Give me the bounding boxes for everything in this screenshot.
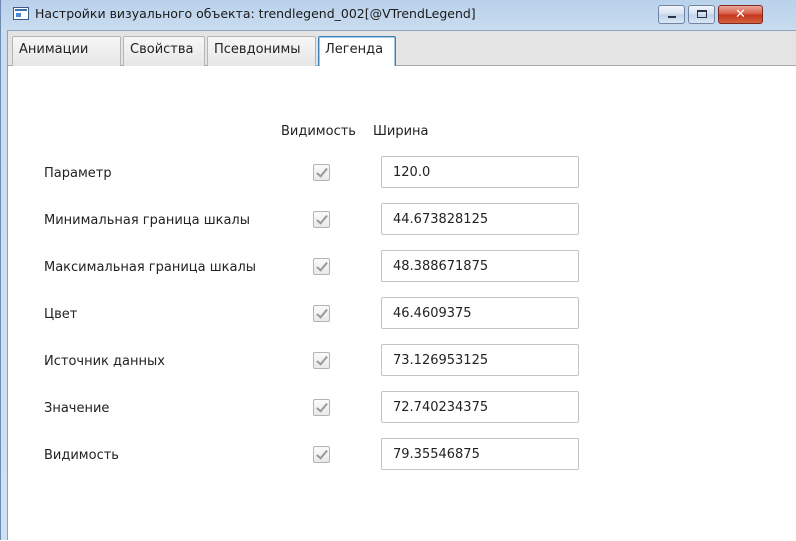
row-label-color: Цвет bbox=[44, 307, 78, 322]
close-icon: ✕ bbox=[735, 7, 746, 22]
visibility-checkbox-visibility[interactable] bbox=[313, 446, 330, 463]
maximize-button[interactable] bbox=[688, 5, 715, 24]
row-label-parameter: Параметр bbox=[44, 166, 112, 181]
visibility-column-header: Видимость bbox=[281, 124, 356, 139]
tab-legend[interactable]: Легенда bbox=[318, 36, 396, 67]
width-column-header: Ширина bbox=[373, 124, 429, 139]
width-input-color[interactable] bbox=[381, 297, 579, 329]
width-input-data-source[interactable] bbox=[381, 344, 579, 376]
minimize-button[interactable] bbox=[658, 5, 685, 24]
width-input-parameter[interactable] bbox=[381, 156, 579, 188]
tab-aliases[interactable]: Псевдонимы bbox=[207, 36, 316, 66]
title-bar[interactable]: Настройки визуального объекта: trendlege… bbox=[1, 0, 796, 30]
visibility-checkbox-value[interactable] bbox=[313, 399, 330, 416]
width-input-scale-max[interactable] bbox=[381, 250, 579, 282]
row-label-data-source: Источник данных bbox=[44, 354, 165, 369]
visibility-checkbox-color[interactable] bbox=[313, 305, 330, 322]
width-input-value[interactable] bbox=[381, 391, 579, 423]
row-label-value: Значение bbox=[44, 401, 110, 416]
settings-window: Настройки визуального объекта: trendlege… bbox=[0, 0, 796, 541]
visibility-checkbox-parameter[interactable] bbox=[313, 164, 330, 181]
close-button[interactable]: ✕ bbox=[718, 5, 763, 24]
row-label-scale-max: Максимальная граница шкалы bbox=[44, 260, 257, 275]
visibility-checkbox-scale-min[interactable] bbox=[313, 211, 330, 228]
visibility-checkbox-data-source[interactable] bbox=[313, 352, 330, 369]
row-label-scale-min: Минимальная граница шкалы bbox=[44, 213, 251, 228]
window-title: Настройки визуального объекта: trendlege… bbox=[35, 6, 476, 21]
tab-animations[interactable]: Анимации bbox=[12, 36, 121, 66]
width-input-visibility[interactable] bbox=[381, 438, 579, 470]
row-label-visibility: Видимость bbox=[44, 448, 119, 463]
app-window-icon bbox=[13, 7, 29, 20]
tab-properties[interactable]: Свойства bbox=[123, 36, 205, 66]
maximize-icon bbox=[697, 10, 707, 18]
tab-bar: Анимации Свойства Псевдонимы Легенда bbox=[8, 31, 796, 67]
width-input-scale-min[interactable] bbox=[381, 203, 579, 235]
window-content: Анимации Свойства Псевдонимы Легенда Вид… bbox=[7, 30, 796, 541]
visibility-checkbox-scale-max[interactable] bbox=[313, 258, 330, 275]
legend-panel: Видимость Ширина Параметр Минимальная гр… bbox=[8, 66, 796, 541]
minimize-icon bbox=[668, 16, 676, 18]
